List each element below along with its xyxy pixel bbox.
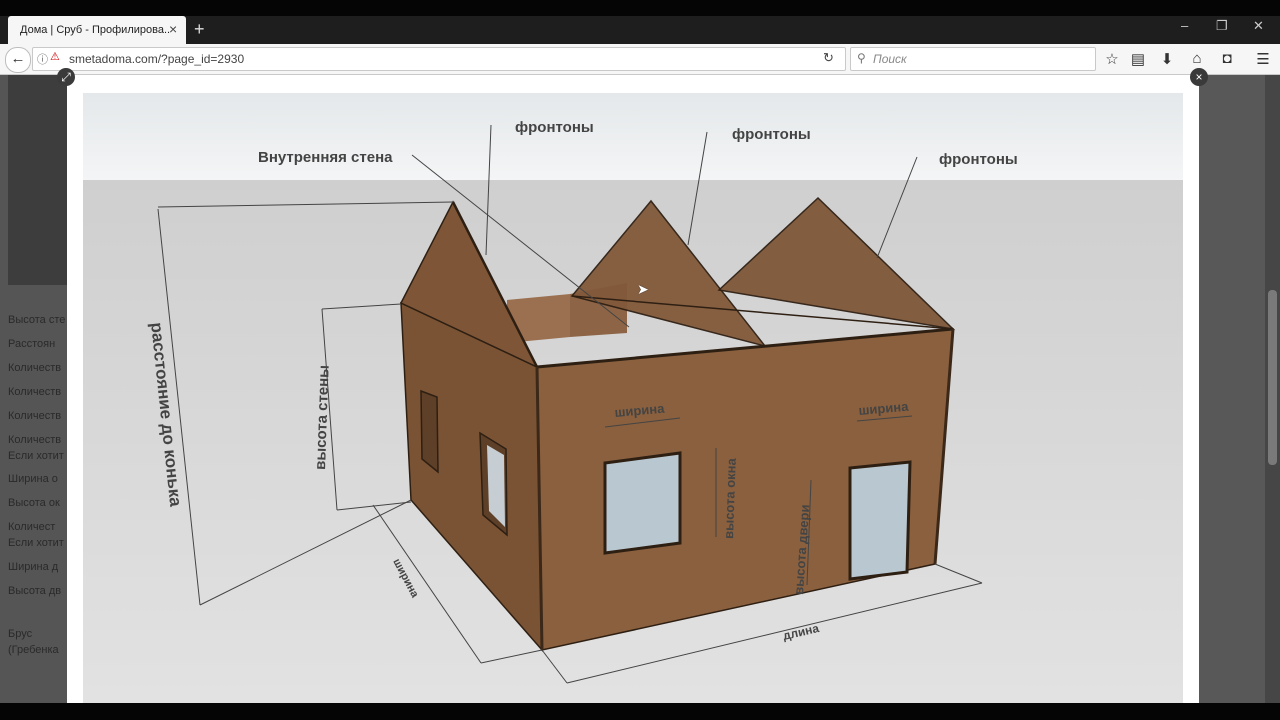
sidebar-form: Высота сте Расстоян Количеств Количеств … (0, 75, 67, 703)
sidebar-label: Расстоян (8, 338, 56, 350)
bookmark-star-icon[interactable]: ☆ (1103, 50, 1121, 68)
download-icon[interactable]: ⬇ (1158, 50, 1176, 68)
lightbox-modal: фронтоны фронтоны фронтоны Внутренняя ст… (67, 75, 1199, 703)
url-text[interactable]: smetadoma.com/?page_id=2930 (69, 52, 244, 66)
sidebar-label: Ширина д (8, 561, 59, 573)
sidebar-label: Количеств (8, 410, 62, 422)
sidebar-label: Количеств (8, 434, 62, 446)
sidebar-label: Высота дв (8, 585, 62, 597)
tab-close-icon[interactable]: × (169, 21, 177, 37)
front-window (603, 451, 682, 555)
sidebar-label: Количеств (8, 362, 62, 374)
inner-wall-label: Внутренняя стена (258, 149, 393, 166)
side-window-1 (420, 389, 439, 474)
gable-label-2: фронтоны (732, 126, 811, 143)
sidebar-label: Брус (8, 628, 33, 640)
window-height-label: высота окна (721, 457, 739, 539)
url-bar[interactable]: ⓘ ⚠ smetadoma.com/?page_id=2930 ↻ (32, 47, 846, 71)
navigation-bar: ← ⓘ ⚠ smetadoma.com/?page_id=2930 ↻ ⚲ По… (0, 44, 1280, 75)
sidebar-label: Ширина о (8, 473, 58, 485)
gable-label-1: фронтоны (515, 119, 594, 136)
reload-icon[interactable]: ↻ (823, 50, 834, 66)
minimize-button[interactable]: – (1181, 18, 1188, 33)
pocket-icon[interactable]: ◘ (1218, 50, 1236, 67)
sidebar-label: Количеств (8, 386, 62, 398)
sidebar-label: Если хотит (8, 450, 64, 462)
gable-label-3: фронтоны (939, 151, 1018, 168)
sidebar-label: Если хотит (8, 537, 64, 549)
insecure-lock-icon[interactable]: ⚠ (50, 50, 60, 63)
search-icon: ⚲ (857, 51, 866, 65)
top-screen-bar (0, 0, 1280, 16)
new-tab-button[interactable]: + (194, 18, 205, 40)
expand-icon[interactable]: ⤢ (57, 68, 75, 86)
sidebar-label: Количест (8, 521, 56, 533)
tab-strip (0, 16, 1280, 44)
window-close-button[interactable]: ✕ (1253, 18, 1264, 34)
search-placeholder: Поиск (873, 52, 907, 66)
modal-close-icon[interactable]: × (1190, 68, 1208, 86)
back-arrow-icon: ← (10, 50, 26, 67)
house-thumbnail (8, 75, 67, 285)
house-diagram: фронтоны фронтоны фронтоны Внутренняя ст… (83, 93, 1183, 703)
reading-list-icon[interactable]: ▤ (1129, 50, 1147, 68)
sidebar-label: Высота сте (8, 314, 66, 326)
sidebar-label: Высота ок (8, 497, 60, 509)
sidebar-label: (Гребенка (8, 644, 59, 656)
sky-area (83, 93, 1183, 181)
home-icon[interactable]: ⌂ (1188, 50, 1206, 67)
menu-icon[interactable]: ☰ (1254, 50, 1272, 68)
info-icon[interactable]: ⓘ (37, 51, 48, 67)
tab-title: Дома | Сруб - Профилирова... (20, 24, 170, 36)
scrollbar-thumb[interactable] (1268, 290, 1277, 465)
bottom-screen-bar (0, 703, 1280, 720)
restore-button[interactable]: ❐ (1216, 18, 1228, 34)
search-input[interactable]: ⚲ Поиск (850, 47, 1096, 71)
front-door (848, 460, 912, 581)
mouse-cursor-icon: ➤ (637, 281, 649, 297)
back-button[interactable]: ← (5, 47, 31, 73)
browser-tab[interactable]: Дома | Сруб - Профилирова... × (8, 16, 186, 44)
